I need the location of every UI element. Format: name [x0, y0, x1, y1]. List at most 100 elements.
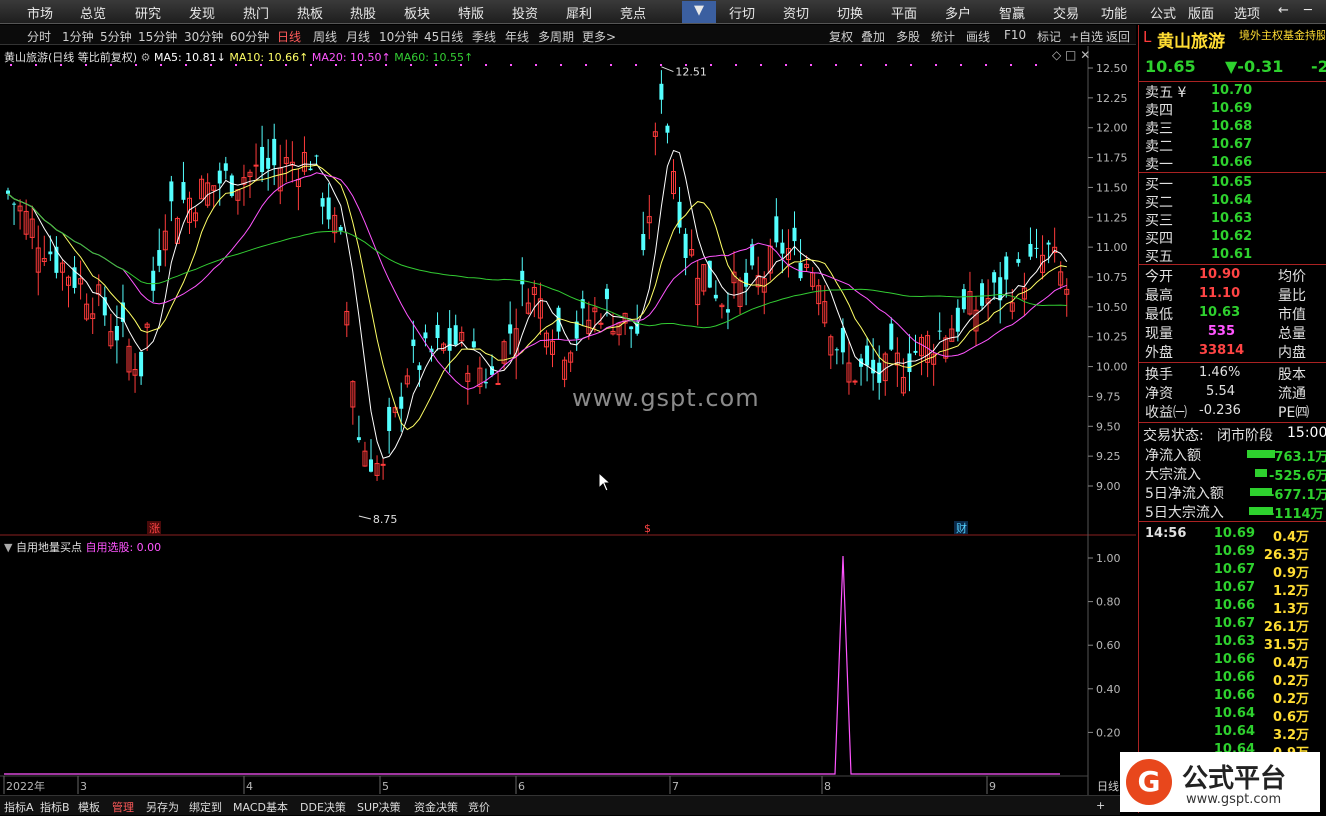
tick-price-0: 10.69 — [1213, 526, 1255, 541]
bottom-tab-10[interactable]: 竞价 — [468, 799, 490, 815]
period-tab-1[interactable]: 1分钟 — [62, 28, 94, 45]
bid-label-0: 买一 — [1145, 177, 1173, 193]
period-tab-0[interactable]: 分时 — [27, 28, 51, 45]
bottom-tab-7[interactable]: DDE决策 — [300, 799, 346, 815]
menu-item-14[interactable]: 资切 — [783, 3, 809, 22]
collapse-icon[interactable]: ▼ — [4, 541, 12, 554]
window-control-1[interactable]: ─ — [1304, 3, 1312, 18]
bottom-tab-3[interactable]: 管理 — [112, 799, 134, 815]
price-tick-label: 12.50 — [1096, 62, 1128, 75]
menu-item-20[interactable]: 功能 — [1101, 3, 1127, 22]
toolbar-btn-2[interactable]: 多股 — [896, 28, 920, 45]
bottom-tab-9[interactable]: 资金决策 — [414, 799, 458, 815]
menu-item-16[interactable]: 平面 — [891, 3, 917, 22]
bid-price-1: 10.64 — [1211, 193, 1253, 208]
toolbar-btn-0[interactable]: 复权 — [829, 28, 853, 45]
stat-label-2: 最低 — [1145, 307, 1173, 323]
period-tab-9[interactable]: 10分钟 — [379, 28, 418, 45]
menu-item-17[interactable]: 多户 — [945, 3, 971, 22]
toolbar-btn-6[interactable]: 标记 — [1037, 28, 1061, 45]
bottom-tab-8[interactable]: SUP决策 — [357, 799, 401, 815]
stat-value-2: 10.63 — [1199, 305, 1241, 320]
menu-item-2[interactable]: 研究 — [135, 3, 161, 22]
add-tab-button[interactable]: + — [1096, 799, 1105, 812]
period-tab-2[interactable]: 5分钟 — [100, 28, 132, 45]
menu-item-3[interactable]: 发现 — [189, 3, 215, 22]
candle-body-up — [598, 322, 604, 325]
kline-chart[interactable]: 12.50 12.25 12.00 11.75 11.50 11.25 11.00 10.75… — [0, 46, 1136, 795]
menu-item-0[interactable]: 市场 — [27, 3, 53, 22]
menu-item-19[interactable]: 交易 — [1053, 3, 1079, 22]
candle-body-down — [223, 163, 228, 171]
stat-right-4: 内盘 — [1278, 345, 1306, 361]
menu-item-10[interactable]: 犀利 — [566, 3, 592, 22]
menu-item-13[interactable]: 行切 — [729, 3, 755, 22]
settings-icon[interactable]: ⚙ — [141, 51, 151, 64]
toolbar-btn-1[interactable]: 叠加 — [861, 28, 885, 45]
candle-body-down — [840, 327, 845, 353]
menu-item-7[interactable]: 板块 — [404, 3, 430, 22]
menu-item-1[interactable]: 总览 — [80, 3, 106, 22]
menu-item-23[interactable]: 选项 — [1234, 3, 1260, 22]
right-axis-label: 日线 — [1097, 779, 1119, 793]
tick-volume-6: 31.5万 — [1263, 638, 1309, 653]
candle-body-down — [453, 325, 458, 345]
toolbar-btn-7[interactable]: +自选 — [1069, 28, 1103, 45]
low-label: 8.75 — [373, 513, 398, 526]
bottom-tab-1[interactable]: 指标B — [40, 799, 70, 815]
flow-bar — [1255, 469, 1267, 477]
bid-price-4: 10.61 — [1211, 247, 1253, 262]
menu-item-5[interactable]: 热板 — [297, 3, 323, 22]
toolbar-btn-3[interactable]: 统计 — [931, 28, 955, 45]
period-tab-11[interactable]: 季线 — [472, 28, 496, 45]
window-control-0[interactable]: ← — [1278, 3, 1289, 18]
ask-label-3: 卖二 — [1145, 139, 1173, 155]
candle-body-down — [12, 203, 17, 205]
price-tick-label: 9.75 — [1096, 390, 1121, 403]
toolbar-btn-5[interactable]: F10 — [1004, 28, 1026, 42]
menu-item-11[interactable]: 竞点 — [620, 3, 646, 22]
tick-price-6: 10.63 — [1213, 634, 1255, 649]
bottom-tab-0[interactable]: 指标A — [4, 799, 34, 815]
stat2-value-0: 1.46% — [1199, 365, 1241, 380]
period-tab-8[interactable]: 月线 — [346, 28, 370, 45]
period-tab-12[interactable]: 年线 — [505, 28, 529, 45]
period-tab-4[interactable]: 30分钟 — [184, 28, 223, 45]
ma5-legend: MA5: 10.81↓ — [153, 51, 226, 64]
period-tab-6[interactable]: 日线 — [277, 28, 301, 45]
menu-item-12[interactable]: ▼ — [682, 1, 716, 23]
ask-price-3: 10.67 — [1211, 137, 1253, 152]
menu-item-8[interactable]: 特版 — [458, 3, 484, 22]
toolbar-btn-8[interactable]: 返回 — [1106, 28, 1130, 45]
period-tab-13[interactable]: 多周期 — [538, 28, 574, 45]
divider — [1139, 422, 1326, 423]
dot-mark — [510, 64, 512, 66]
menu-item-9[interactable]: 投资 — [512, 3, 538, 22]
menu-item-18[interactable]: 智赢 — [999, 3, 1025, 22]
bid-label-4: 买五 — [1145, 249, 1173, 265]
ask-price-2: 10.68 — [1211, 119, 1253, 134]
period-tab-3[interactable]: 15分钟 — [138, 28, 177, 45]
period-tab-5[interactable]: 60分钟 — [230, 28, 269, 45]
period-tab-14[interactable]: 更多> — [582, 28, 616, 45]
menu-item-22[interactable]: 版面 — [1188, 3, 1214, 22]
bottom-tab-5[interactable]: 绑定到 — [189, 799, 222, 815]
period-tab-7[interactable]: 周线 — [313, 28, 337, 45]
tick-price-3: 10.67 — [1213, 580, 1255, 595]
bottom-tab-6[interactable]: MACD基本 — [233, 799, 288, 815]
period-tab-10[interactable]: 45日线 — [424, 28, 463, 45]
chart-control-icons[interactable]: ◇ □ ✕ — [1052, 48, 1090, 62]
bottom-tab-4[interactable]: 另存为 — [146, 799, 179, 815]
menu-item-21[interactable]: 公式 — [1150, 3, 1176, 22]
dot-mark — [885, 64, 887, 66]
candle-body-down — [320, 198, 325, 207]
ind-tick-label: 0.20 — [1096, 726, 1121, 739]
tick-volume-2: 0.9万 — [1272, 566, 1309, 581]
stat2-right-2: PE㈣ — [1278, 405, 1310, 421]
stat2-label-2: 收益㈠ — [1145, 405, 1187, 421]
menu-item-4[interactable]: 热门 — [243, 3, 269, 22]
toolbar-btn-4[interactable]: 画线 — [966, 28, 990, 45]
menu-item-6[interactable]: 热股 — [350, 3, 376, 22]
menu-item-15[interactable]: 切换 — [837, 3, 863, 22]
bottom-tab-2[interactable]: 模板 — [78, 799, 100, 815]
